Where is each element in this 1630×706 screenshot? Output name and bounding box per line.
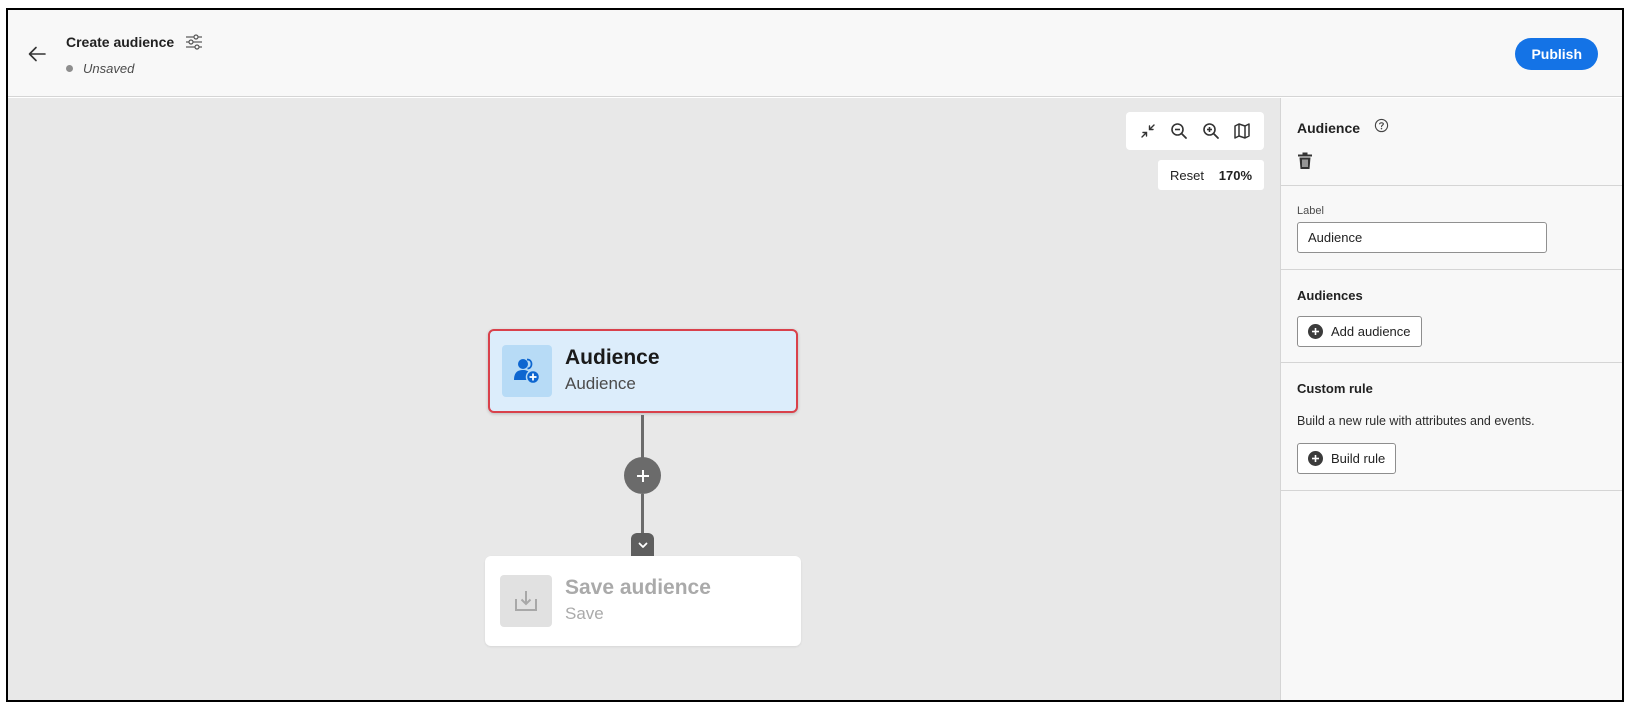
save-node-title: Save audience — [565, 576, 711, 599]
title-row: Create audience — [66, 32, 204, 52]
plus-icon — [636, 469, 649, 482]
custom-rule-description: Build a new rule with attributes and eve… — [1297, 414, 1535, 428]
trash-icon[interactable] — [1297, 152, 1313, 170]
plus-circle-icon — [1308, 451, 1323, 466]
save-status: Unsaved — [66, 61, 134, 76]
settings-sliders-icon[interactable] — [184, 32, 204, 52]
zoom-out-icon[interactable] — [1167, 119, 1191, 143]
label-field-label: Label — [1297, 205, 1324, 217]
panel-title: Audience — [1297, 120, 1361, 136]
label-section: Label — [1281, 186, 1622, 270]
audiences-section-title: Audiences — [1297, 288, 1363, 303]
arrow-left-icon — [28, 46, 46, 62]
build-rule-button[interactable]: Build rule — [1297, 443, 1397, 474]
page-title: Create audience — [66, 34, 175, 50]
journey-canvas[interactable]: Reset 170% Audience Audience Save audien… — [8, 98, 1280, 700]
panel-heading: Audience — [1297, 118, 1389, 138]
save-node-subtitle: Save — [565, 604, 604, 623]
zoom-info: Reset 170% — [1158, 160, 1264, 190]
audience-node[interactable]: Audience Audience — [488, 329, 798, 413]
properties-panel: Audience Label Audience Audiences Add au… — [1280, 98, 1622, 700]
download-icon — [500, 575, 552, 627]
status-dot — [66, 65, 73, 72]
add-user-icon — [502, 345, 552, 397]
reset-zoom-button[interactable]: Reset — [1170, 168, 1204, 183]
help-icon[interactable] — [1374, 118, 1389, 138]
connector-line-bottom — [641, 494, 644, 534]
panel-header-section: Audience — [1281, 98, 1622, 186]
audience-node-title: Audience — [565, 346, 660, 369]
custom-rule-section: Custom rule Build a new rule with attrib… — [1281, 363, 1622, 491]
audience-node-text: Audience Audience — [565, 345, 660, 397]
expand-toggle[interactable] — [631, 533, 654, 556]
save-node-text: Save audience Save — [565, 575, 711, 627]
plus-circle-icon — [1308, 324, 1323, 339]
save-audience-node[interactable]: Save audience Save — [485, 556, 801, 646]
add-audience-button[interactable]: Add audience — [1297, 316, 1422, 347]
app-window: Create audience Unsaved Publish Reset 17… — [6, 8, 1624, 702]
build-rule-label: Build rule — [1331, 451, 1386, 466]
chevron-down-icon — [638, 542, 647, 548]
audiences-section: Audiences Add audience — [1281, 270, 1622, 363]
connector-line-top — [641, 415, 644, 459]
status-text: Unsaved — [83, 61, 135, 76]
back-button[interactable] — [26, 43, 48, 65]
header-bar: Create audience Unsaved Publish — [8, 10, 1622, 97]
canvas-toolbar — [1126, 112, 1264, 150]
zoom-level: 170% — [1218, 167, 1252, 183]
zoom-in-icon[interactable] — [1199, 119, 1223, 143]
map-icon[interactable] — [1230, 119, 1254, 143]
add-step-button[interactable] — [624, 457, 661, 494]
add-audience-label: Add audience — [1331, 324, 1411, 339]
custom-rule-title: Custom rule — [1297, 381, 1373, 396]
label-input[interactable] — [1297, 222, 1547, 253]
audience-node-subtitle: Audience — [565, 374, 636, 393]
collapse-icon[interactable] — [1136, 119, 1160, 143]
publish-button[interactable]: Publish — [1515, 38, 1598, 70]
